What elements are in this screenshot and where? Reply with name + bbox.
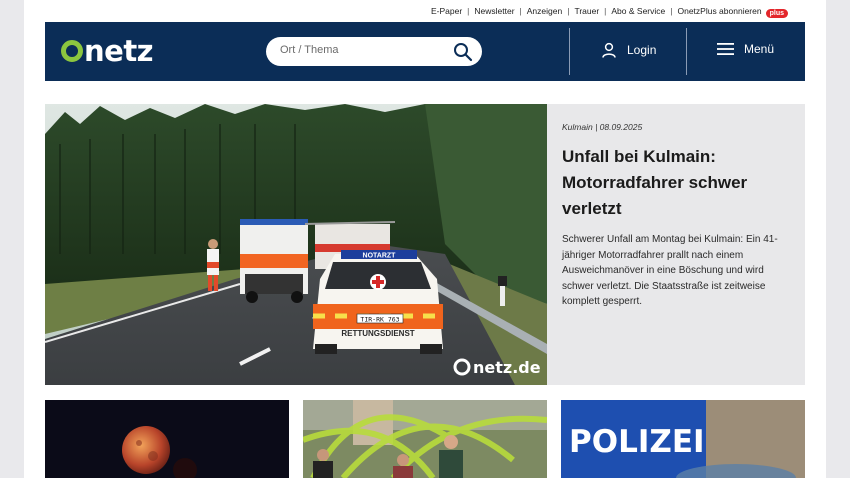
logo-o-ring [61, 40, 83, 62]
separator: | [519, 6, 522, 16]
link-epaper[interactable]: E-Paper [431, 6, 462, 16]
separator: | [467, 6, 470, 16]
search-icon[interactable] [453, 42, 473, 62]
article-headline[interactable]: Unfall bei Kulmain: Motorradfahrer schwe… [562, 144, 787, 222]
link-onetzplus-abonnieren[interactable]: OnetzPlus abonnieren [677, 6, 761, 16]
accident-scene-photo: NOTARZT TIR-RK 763 RETTUNGSDIENST netz.d… [45, 104, 547, 385]
police-sign-photo: POLIZEI [561, 400, 805, 478]
service-links: E-Paper | Newsletter | Anzeigen | Trauer | A… [431, 6, 788, 18]
search-input[interactable] [280, 44, 440, 56]
plus-badge[interactable]: plus [765, 8, 788, 18]
link-trauer[interactable]: Trauer [574, 6, 599, 16]
moon-photo [45, 400, 289, 478]
hamburger-menu-icon [717, 43, 734, 55]
site-header: netz Login Menü [45, 22, 805, 81]
watermark-text: netz.de [473, 358, 541, 377]
hero-text-panel: Kulmain | 08.09.2025 Unfall bei Kulmain:… [547, 104, 805, 385]
header-divider [569, 28, 570, 75]
card-polizei[interactable]: POLIZEI [561, 400, 805, 478]
card-moon[interactable] [45, 400, 289, 478]
separator: | [604, 6, 607, 16]
menu-button[interactable]: Menü [717, 42, 774, 56]
link-newsletter[interactable]: Newsletter [474, 6, 514, 16]
license-plate: TIR-RK 763 [360, 316, 399, 324]
menu-label: Menü [744, 42, 775, 56]
article-meta: Kulmain | 08.09.2025 [562, 122, 643, 132]
header-divider [686, 28, 687, 75]
login-button[interactable]: Login [601, 42, 656, 58]
hero-image[interactable]: NOTARZT TIR-RK 763 RETTUNGSDIENST netz.d… [45, 104, 547, 385]
link-anzeigen[interactable]: Anzeigen [527, 6, 562, 16]
article-teaser: Schwerer Unfall am Montag bei Kulmain: E… [562, 234, 778, 307]
page: E-Paper | Newsletter | Anzeigen | Trauer | A… [24, 0, 826, 478]
logo-text: netz [84, 34, 154, 68]
hero-article[interactable]: NOTARZT TIR-RK 763 RETTUNGSDIENST netz.d… [45, 104, 805, 385]
festival-photo [303, 400, 547, 478]
login-label: Login [627, 43, 657, 57]
notarzt-sign: NOTARZT [363, 253, 397, 260]
polizei-sign: POLIZEI [569, 424, 705, 460]
separator: | [670, 6, 673, 16]
link-abo-service[interactable]: Abo & Service [611, 6, 665, 16]
user-icon [602, 42, 616, 58]
separator: | [567, 6, 570, 16]
rettungsdienst-label: RETTUNGSDIENST [341, 329, 414, 338]
onetz-logo[interactable]: netz [61, 34, 154, 68]
card-fest[interactable] [303, 400, 547, 478]
search-box[interactable] [266, 37, 482, 66]
